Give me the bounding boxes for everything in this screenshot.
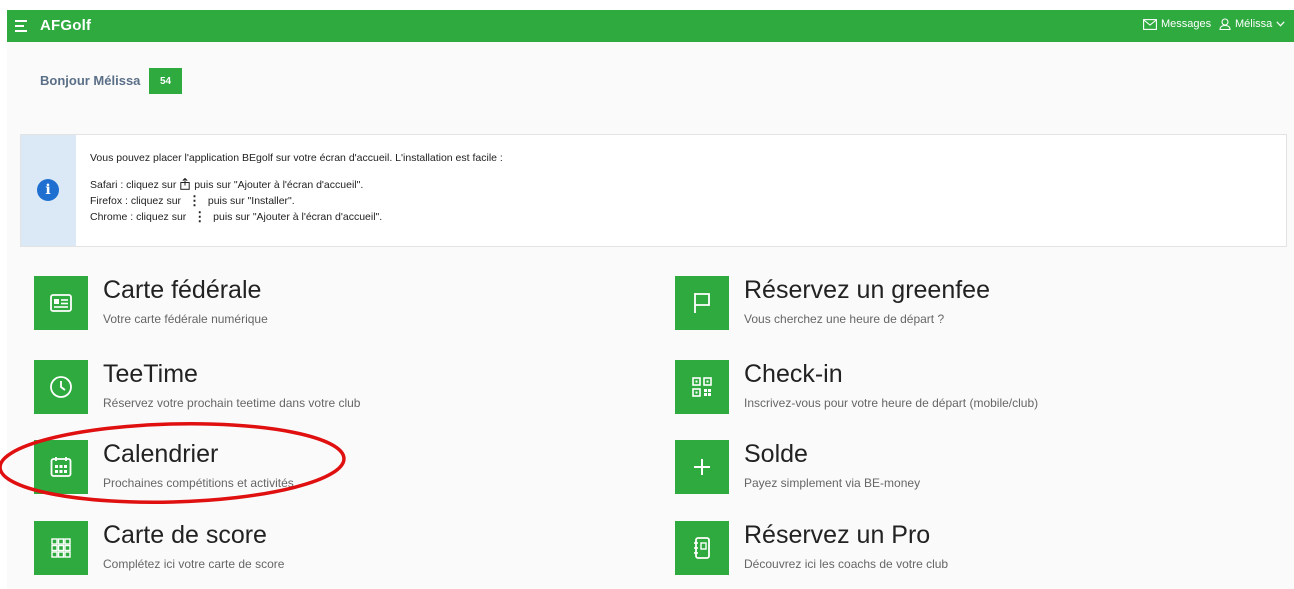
firefox-instruction: Firefox : cliquez sur ⋮ puis sur "Instal… xyxy=(90,193,503,209)
firefox-before: Firefox : cliquez sur xyxy=(90,195,182,207)
user-label: Mélissa xyxy=(1235,18,1273,30)
chrome-before: Chrome : cliquez sur xyxy=(90,211,187,223)
install-info-alert: i Vous pouvez placer l'application BEgol… xyxy=(20,134,1287,247)
tile-subtitle: Vous cherchez une heure de départ ? xyxy=(744,312,945,326)
flag-icon xyxy=(694,293,710,313)
menu-icon[interactable] xyxy=(15,19,31,33)
tile-title: Calendrier xyxy=(103,440,219,468)
kebab-menu-icon: ⋮ xyxy=(193,209,207,224)
id-card-icon xyxy=(50,294,72,312)
notebook-icon xyxy=(694,537,710,559)
tile-subtitle: Découvrez ici les coachs de votre club xyxy=(744,557,949,571)
kebab-menu-icon: ⋮ xyxy=(187,193,201,208)
alert-text: Vous pouvez placer l'application BEgolf … xyxy=(90,151,503,225)
tile-carte-de-score[interactable]: Carte de score Complétez ici votre carte… xyxy=(34,521,614,581)
grid-icon xyxy=(51,538,71,558)
tile-title: Check-in xyxy=(744,360,843,388)
tile-subtitle: Prochaines compétitions et activités xyxy=(103,476,294,490)
tile-reservez-greenfee[interactable]: Réservez un greenfee Vous cherchez une h… xyxy=(675,276,1255,336)
tile-carte-federale[interactable]: Carte fédérale Votre carte fédérale numé… xyxy=(34,276,614,336)
user-menu[interactable]: Mélissa xyxy=(1219,18,1285,30)
greeting-badge: 54 xyxy=(149,68,182,94)
app-title[interactable]: AFGolf xyxy=(40,17,91,34)
tile-title: Solde xyxy=(744,440,808,468)
safari-before: Safari : cliquez sur xyxy=(90,179,177,191)
tile-subtitle: Inscrivez-vous pour votre heure de dépar… xyxy=(744,396,1039,410)
tile-check-in[interactable]: Check-in Inscrivez-vous pour votre heure… xyxy=(675,360,1255,420)
share-icon xyxy=(180,178,190,190)
tile-title: Carte fédérale xyxy=(103,276,262,304)
calendar-icon xyxy=(50,457,72,477)
qr-code-icon xyxy=(692,377,712,397)
plus-icon xyxy=(694,459,710,475)
tile-solde[interactable]: Solde Payez simplement via BE-money xyxy=(675,440,1255,500)
safari-after: puis sur "Ajouter à l'écran d'accueil". xyxy=(194,179,364,191)
alert-side-panel: i xyxy=(21,135,76,246)
page: AFGolf Messages Mélissa Bonjour Mélissa … xyxy=(7,10,1294,589)
tile-subtitle: Complétez ici votre carte de score xyxy=(103,557,285,571)
tile-subtitle: Payez simplement via BE-money xyxy=(744,476,921,490)
top-bar: AFGolf Messages Mélissa xyxy=(7,10,1294,42)
greeting-text: Bonjour Mélissa xyxy=(40,73,141,88)
chrome-instruction: Chrome : cliquez sur ⋮ puis sur "Ajouter… xyxy=(90,209,503,225)
messages-label: Messages xyxy=(1161,18,1212,30)
info-icon: i xyxy=(37,179,59,201)
alert-intro: Vous pouvez placer l'application BEgolf … xyxy=(90,152,503,164)
clock-icon xyxy=(50,376,72,398)
firefox-after: puis sur "Installer". xyxy=(207,195,295,207)
tile-teetime[interactable]: TeeTime Réservez votre prochain teetime … xyxy=(34,360,614,420)
messages-link[interactable]: Messages xyxy=(1143,18,1211,30)
chevron-down-icon xyxy=(1276,21,1285,27)
tile-calendrier[interactable]: Calendrier Prochaines compétitions et ac… xyxy=(34,440,614,500)
tile-title: Réservez un greenfee xyxy=(744,276,990,304)
tile-title: Réservez un Pro xyxy=(744,521,931,549)
tile-subtitle: Votre carte fédérale numérique xyxy=(103,312,268,326)
user-icon xyxy=(1219,18,1231,30)
tile-subtitle: Réservez votre prochain teetime dans vot… xyxy=(103,396,361,410)
tile-title: Carte de score xyxy=(103,521,267,549)
envelope-icon xyxy=(1143,18,1157,30)
tile-title: TeeTime xyxy=(103,360,198,388)
safari-instruction: Safari : cliquez sur puis sur "Ajouter à… xyxy=(90,178,503,193)
tile-reservez-pro[interactable]: Réservez un Pro Découvrez ici les coachs… xyxy=(675,521,1255,581)
chrome-after: puis sur "Ajouter à l'écran d'accueil". xyxy=(213,211,383,223)
